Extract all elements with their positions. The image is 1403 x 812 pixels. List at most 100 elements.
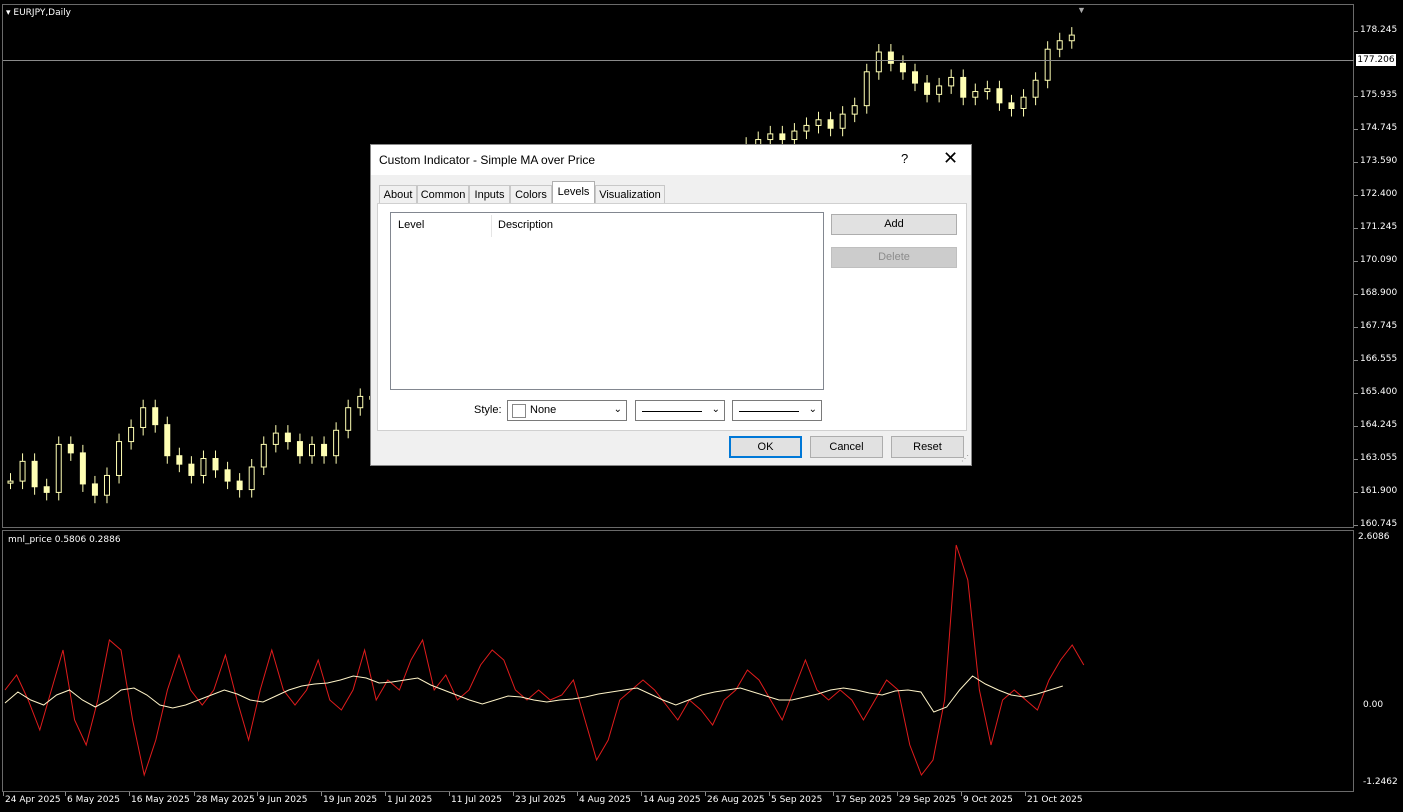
date-tick-label: 11 Jul 2025 (451, 795, 502, 805)
date-tick-label: 14 Aug 2025 (643, 795, 701, 805)
price-tick-label: 166.555 (1360, 354, 1398, 364)
candle-body (960, 76, 967, 98)
date-tick-mark (385, 792, 386, 796)
candle-body (321, 443, 328, 457)
candle-body (851, 105, 858, 115)
candle-body (7, 480, 14, 484)
candle-body (1044, 48, 1051, 81)
candle-body (984, 88, 991, 93)
price-tick-mark (1354, 426, 1358, 427)
tab-colors[interactable]: Colors (510, 185, 552, 203)
candle-body (1008, 102, 1015, 109)
oscillator-line (4, 544, 1085, 777)
candle-body (212, 458, 219, 471)
price-tick-label: 172.400 (1360, 189, 1398, 199)
indicator-title: mnl_price 0.5806 0.2886 (8, 535, 121, 545)
candle-body (767, 133, 774, 141)
candle-body (284, 432, 291, 443)
indicator-tick-label: -1.2462 (1363, 777, 1398, 787)
dialog-title: Custom Indicator - Simple MA over Price (379, 153, 596, 167)
color-value: None (530, 404, 557, 416)
candle-body (912, 71, 918, 84)
date-tick-label: 9 Oct 2025 (963, 795, 1013, 805)
date-tick-mark (769, 792, 770, 796)
price-tick-mark (1354, 393, 1358, 394)
line-style-select[interactable]: ⌄ (635, 400, 725, 421)
price-tick-label: 175.935 (1360, 90, 1398, 100)
indicator-tick-label: 2.6086 (1358, 532, 1390, 542)
tab-levels[interactable]: Levels (552, 181, 595, 204)
price-tick-label: 173.590 (1360, 156, 1398, 166)
price-tick-label: 168.900 (1360, 288, 1398, 298)
price-tick-mark (1354, 327, 1358, 328)
price-tick-mark (1354, 195, 1358, 196)
date-tick-mark (3, 792, 4, 796)
custom-indicator-dialog: Custom Indicator - Simple MA over Price … (370, 144, 972, 466)
date-tick-label: 6 May 2025 (67, 795, 120, 805)
levels-list[interactable]: Level Description (390, 212, 824, 390)
candle-body (899, 62, 906, 73)
price-tick-label: 163.055 (1360, 453, 1398, 463)
price-tick-mark (1354, 31, 1358, 32)
line-width-select[interactable]: ⌄ (732, 400, 822, 421)
date-tick-mark (577, 792, 578, 796)
candle-body (43, 486, 50, 493)
date-tick-mark (833, 792, 834, 796)
date-tick-mark (897, 792, 898, 796)
candle-body (188, 463, 195, 476)
cancel-button[interactable]: Cancel (810, 436, 883, 458)
candle-body (972, 91, 979, 98)
candle-body (827, 119, 834, 129)
candle-body (260, 443, 267, 468)
price-tick-mark (1354, 459, 1358, 460)
candle-body (1032, 79, 1039, 98)
indicator-tick-label: 0.00 (1363, 700, 1384, 710)
candle-body (924, 82, 931, 95)
column-header-description[interactable]: Description (498, 219, 553, 231)
date-tick-label: 21 Oct 2025 (1027, 795, 1083, 805)
date-tick-mark (1025, 792, 1026, 796)
close-icon[interactable]: ✕ (943, 148, 958, 169)
add-button[interactable]: Add (831, 214, 957, 235)
date-tick-label: 23 Jul 2025 (515, 795, 566, 805)
tab-about[interactable]: About (379, 185, 417, 203)
date-tick-label: 29 Sep 2025 (899, 795, 957, 805)
candle-body (791, 130, 798, 141)
levels-panel: Level Description Add Delete Style: None… (377, 203, 967, 431)
date-tick-label: 16 May 2025 (131, 795, 190, 805)
ok-button[interactable]: OK (729, 436, 802, 458)
date-tick-label: 17 Sep 2025 (835, 795, 893, 805)
candle-body (128, 426, 135, 443)
price-tick-mark (1354, 525, 1358, 526)
candle-body (863, 71, 870, 107)
price-tick-mark (1354, 162, 1358, 163)
candle-body (55, 443, 62, 493)
candle-body (875, 51, 882, 73)
reset-button[interactable]: Reset (891, 436, 964, 458)
candle-body (779, 133, 786, 141)
current-price-tag: 177.206 (1356, 54, 1396, 66)
price-tick-mark (1354, 261, 1358, 262)
candle-body (887, 51, 894, 64)
price-tick-mark (1354, 294, 1358, 295)
price-tick-label: 178.245 (1360, 25, 1398, 35)
price-tick-label: 174.745 (1360, 123, 1398, 133)
level-color-select[interactable]: None ⌄ (507, 400, 627, 421)
candle-body (1068, 34, 1075, 42)
resize-grip-icon[interactable]: ⋰ (961, 454, 969, 463)
candle-body (200, 458, 207, 476)
date-tick-mark (705, 792, 706, 796)
column-header-level[interactable]: Level (398, 219, 424, 231)
dialog-title-bar[interactable]: Custom Indicator - Simple MA over Price … (371, 145, 971, 175)
tab-visualization[interactable]: Visualization (595, 185, 665, 203)
line-width-preview (739, 411, 799, 412)
candle-body (272, 432, 279, 445)
column-separator[interactable] (491, 215, 492, 237)
help-icon[interactable]: ? (901, 151, 908, 166)
tab-inputs[interactable]: Inputs (469, 185, 510, 203)
delete-button[interactable]: Delete (831, 247, 957, 268)
candle-body (91, 483, 98, 496)
date-tick-label: 5 Sep 2025 (771, 795, 823, 805)
date-tick-mark (513, 792, 514, 796)
tab-common[interactable]: Common (417, 185, 469, 203)
